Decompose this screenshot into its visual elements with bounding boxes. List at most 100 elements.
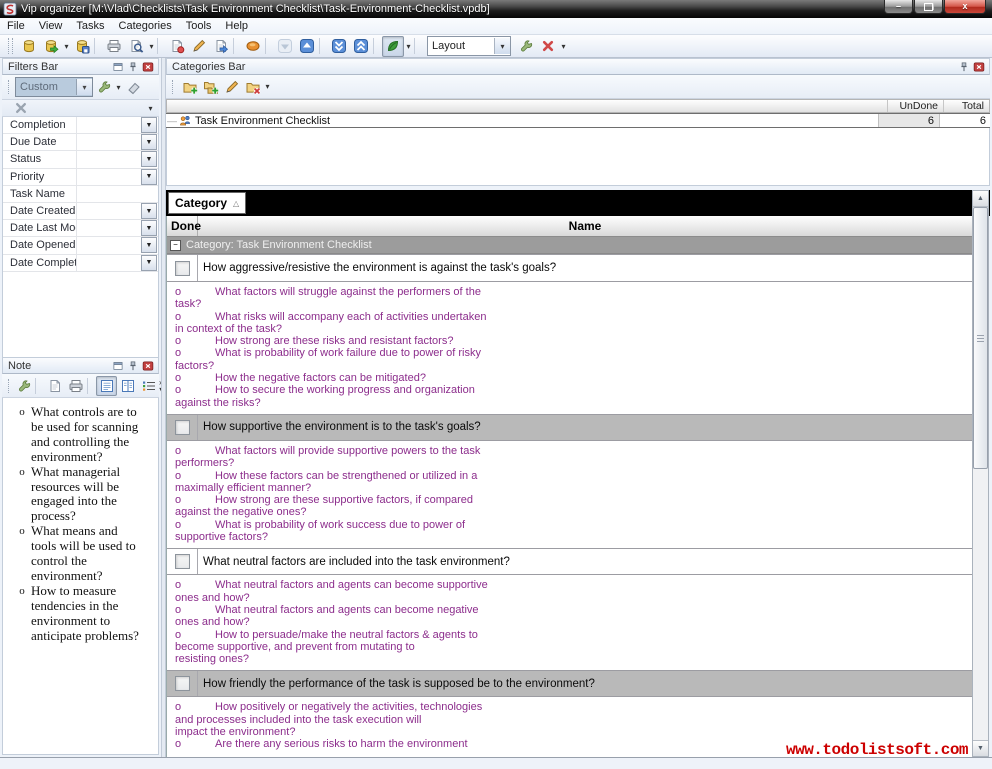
group-row[interactable]: − Category: Task Environment Checklist <box>167 237 972 254</box>
filter-value-cell[interactable] <box>77 186 158 202</box>
customize-filter-button[interactable] <box>93 77 114 97</box>
note-view-list-button[interactable] <box>138 376 159 396</box>
undone-column-header[interactable]: UnDone <box>887 100 943 112</box>
edit-category-button[interactable] <box>221 77 242 97</box>
print-button[interactable] <box>103 36 125 57</box>
done-column-header[interactable]: Done <box>167 216 198 236</box>
group-by-category-box[interactable]: Category △ <box>168 192 246 214</box>
collapse-group-icon[interactable]: − <box>170 240 181 251</box>
open-database-button[interactable] <box>40 36 62 57</box>
save-database-button[interactable] <box>71 36 93 57</box>
print-preview-button[interactable] <box>125 36 147 57</box>
move-to-top-button[interactable] <box>350 36 372 57</box>
new-task-button[interactable] <box>166 36 188 57</box>
task-checkbox[interactable] <box>175 420 190 435</box>
layout-combo-dropdown[interactable]: ▾ <box>494 38 510 54</box>
new-database-button[interactable] <box>18 36 40 57</box>
name-column-header[interactable]: Name <box>198 216 972 236</box>
filters-more-dropdown[interactable]: ▾ <box>146 104 155 113</box>
categories-more-dropdown[interactable]: ▾ <box>263 82 272 91</box>
new-subcategory-button[interactable] <box>200 77 221 97</box>
customize-note-button[interactable] <box>13 376 34 396</box>
note-content[interactable]: oWhat controls are to be used for scanni… <box>2 398 159 755</box>
menu-file[interactable]: File <box>0 19 32 33</box>
scroll-up-button[interactable]: ▲ <box>973 191 988 207</box>
filter-dropdown-button[interactable]: ▼ <box>141 151 157 167</box>
filter-value-cell[interactable] <box>77 117 141 133</box>
filters-pin-button[interactable] <box>126 60 140 73</box>
print-options-dropdown[interactable]: ▾ <box>147 42 156 51</box>
menu-view[interactable]: View <box>32 19 70 33</box>
task-checkbox[interactable] <box>175 676 190 691</box>
task-checkbox[interactable] <box>175 261 190 276</box>
filter-value-cell[interactable] <box>77 203 141 219</box>
task-row[interactable]: How aggressive/resistive the environment… <box>167 254 972 282</box>
filter-preset-combo[interactable]: Custom ▾ <box>15 77 93 97</box>
note-print-preview-button[interactable] <box>44 376 65 396</box>
category-row[interactable]: –– Task Environment Checklist 6 6 <box>166 113 990 128</box>
tree-expander[interactable]: –– <box>166 116 178 126</box>
filter-value-cell[interactable] <box>77 237 141 253</box>
remove-filter-button[interactable] <box>10 98 32 119</box>
filter-dropdown-button[interactable]: ▼ <box>141 117 157 133</box>
menu-help[interactable]: Help <box>218 19 255 33</box>
task-row[interactable]: How friendly the performance of the task… <box>167 670 972 697</box>
task-checkbox[interactable] <box>175 554 190 569</box>
filter-dropdown-button[interactable]: ▼ <box>141 134 157 150</box>
customize-layout-button[interactable] <box>515 36 537 57</box>
move-up-button[interactable] <box>296 36 318 57</box>
menu-categories[interactable]: Categories <box>112 19 179 33</box>
note-view-normal-button[interactable] <box>96 376 117 396</box>
clear-filter-button[interactable] <box>123 77 144 97</box>
task-question[interactable]: How friendly the performance of the task… <box>198 671 972 696</box>
scrollbar-thumb[interactable] <box>973 207 988 469</box>
layout-style-dropdown[interactable]: ▾ <box>404 42 413 51</box>
filter-dropdown-button[interactable]: ▼ <box>141 237 157 253</box>
filter-value-cell[interactable] <box>77 134 141 150</box>
minimize-button[interactable]: – <box>884 0 913 14</box>
filter-value-cell[interactable] <box>77 220 141 236</box>
filter-dropdown-button[interactable]: ▼ <box>141 203 157 219</box>
layout-style-button[interactable] <box>382 36 404 57</box>
filters-close-button[interactable] <box>141 60 155 73</box>
filter-value-cell[interactable] <box>77 255 141 271</box>
categories-close-button[interactable] <box>972 60 986 73</box>
menu-tools[interactable]: Tools <box>179 19 219 33</box>
note-pin-button[interactable] <box>126 359 140 372</box>
show-notes-button[interactable] <box>242 36 264 57</box>
edit-task-button[interactable] <box>188 36 210 57</box>
move-task-button[interactable] <box>210 36 232 57</box>
note-close-button[interactable] <box>141 359 155 372</box>
open-database-dropdown[interactable]: ▾ <box>62 42 71 51</box>
task-question[interactable]: What neutral factors are included into t… <box>198 549 972 574</box>
task-question[interactable]: How supportive the environment is to the… <box>198 415 972 440</box>
menu-tasks[interactable]: Tasks <box>69 19 111 33</box>
task-row[interactable]: How supportive the environment is to the… <box>167 414 972 441</box>
restore-button[interactable] <box>914 0 943 14</box>
task-row[interactable]: What neutral factors are included into t… <box>167 548 972 575</box>
customize-filter-dropdown[interactable]: ▾ <box>114 83 123 92</box>
delete-category-button[interactable] <box>242 77 263 97</box>
note-view-split-button[interactable] <box>117 376 138 396</box>
filters-float-button[interactable] <box>111 60 125 73</box>
categories-pin-button[interactable] <box>957 60 971 73</box>
filter-value-cell[interactable] <box>77 169 141 185</box>
layout-combo[interactable]: Layout▾ <box>427 36 511 56</box>
filter-dropdown-button[interactable]: ▼ <box>141 255 157 271</box>
filter-value-cell[interactable] <box>77 151 141 167</box>
close-button[interactable]: x <box>944 0 986 14</box>
new-category-button[interactable] <box>179 77 200 97</box>
note-print-button[interactable] <box>65 376 86 396</box>
filter-dropdown-button[interactable]: ▼ <box>141 169 157 185</box>
grid-vertical-scrollbar[interactable]: ▲ ▼ <box>972 190 989 757</box>
task-question[interactable]: How aggressive/resistive the environment… <box>198 255 972 281</box>
delete-layout-button[interactable] <box>537 36 559 57</box>
filter-preset-dropdown[interactable]: ▾ <box>76 79 92 95</box>
toolbar-options-dropdown[interactable]: ▾ <box>559 42 568 51</box>
note-float-button[interactable] <box>111 359 125 372</box>
filter-dropdown-button[interactable]: ▼ <box>141 220 157 236</box>
filter-label: Completion <box>3 117 77 133</box>
move-to-bottom-button[interactable] <box>328 36 350 57</box>
scroll-down-button[interactable]: ▼ <box>973 740 988 756</box>
total-column-header[interactable]: Total <box>943 100 989 112</box>
